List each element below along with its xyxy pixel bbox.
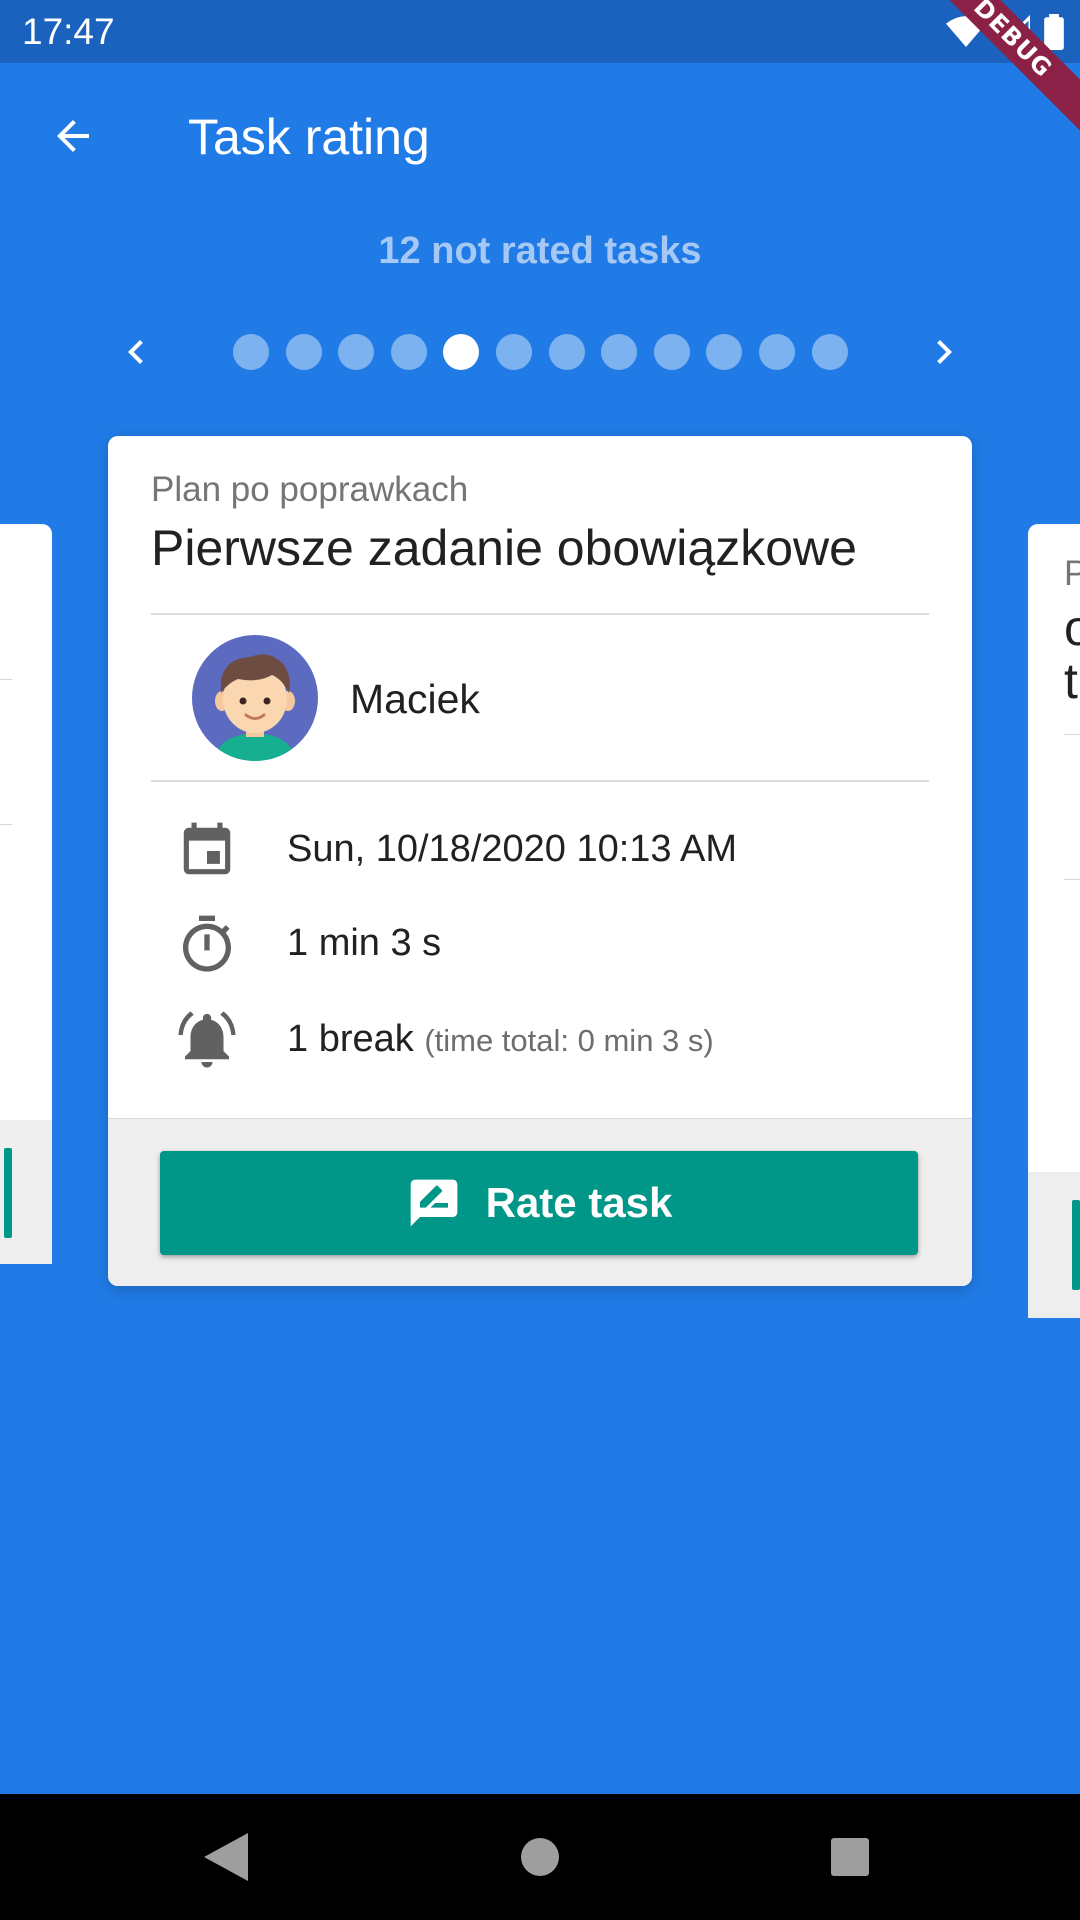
card-divider xyxy=(151,780,929,782)
rate-button-edge xyxy=(4,1148,12,1238)
arrow-back-icon xyxy=(57,120,89,152)
pager-dot[interactable] xyxy=(285,334,322,370)
timer-icon xyxy=(174,912,240,978)
back-button[interactable] xyxy=(42,105,104,167)
task-date: Sun, 10/18/2020 10:13 AM xyxy=(287,828,738,870)
task-pager xyxy=(0,324,1080,380)
pager-dot[interactable] xyxy=(338,334,375,370)
app-bar: Task rating xyxy=(0,63,1080,217)
card-footer xyxy=(1028,1172,1080,1318)
card-divider xyxy=(0,679,12,680)
card-title-preview-line2: t xyxy=(1064,653,1078,709)
pager-dot[interactable] xyxy=(495,334,532,370)
boy-avatar-icon xyxy=(192,635,318,761)
card-title-preview: o xyxy=(1064,600,1080,656)
nav-back-button[interactable] xyxy=(193,1824,259,1890)
rate-review-icon xyxy=(410,1179,457,1227)
status-time: 17:47 xyxy=(22,11,115,52)
pager-dots xyxy=(233,334,848,370)
pager-dot[interactable] xyxy=(653,334,690,370)
chevron-left-icon xyxy=(128,340,143,364)
card-divider xyxy=(1064,879,1080,880)
previous-task-card[interactable] xyxy=(0,524,52,1264)
chevron-right-icon xyxy=(937,340,952,364)
nav-home-button[interactable] xyxy=(507,1824,573,1890)
system-nav-bar xyxy=(0,1794,1080,1920)
card-divider xyxy=(0,824,12,825)
nav-recents-icon xyxy=(831,1838,869,1876)
pager-dot[interactable] xyxy=(758,334,795,370)
breaks-count: 1 break xyxy=(287,1018,414,1060)
task-title: Pierwsze zadanie obowiązkowe xyxy=(151,520,857,576)
pager-dot[interactable] xyxy=(811,334,848,370)
task-card: Plan po poprawkach Pierwsze zadanie obow… xyxy=(108,436,972,1286)
rate-task-button[interactable]: Rate task xyxy=(160,1151,918,1255)
previous-task-button[interactable] xyxy=(112,328,160,376)
alarm-bell-icon xyxy=(174,1007,240,1073)
page-title: Task rating xyxy=(188,109,430,165)
card-footer: Rate task xyxy=(108,1118,972,1286)
pager-dot[interactable] xyxy=(706,334,743,370)
plan-name: Plan po poprawkach xyxy=(151,470,469,509)
pager-dot[interactable] xyxy=(601,334,638,370)
next-task-card[interactable]: P o t xyxy=(1028,524,1080,1318)
nav-recents-button[interactable] xyxy=(817,1824,883,1890)
card-plan-preview: P xyxy=(1064,554,1080,593)
card-divider xyxy=(151,613,929,615)
next-task-button[interactable] xyxy=(920,328,968,376)
nav-back-icon xyxy=(204,1833,248,1881)
nav-home-icon xyxy=(521,1838,559,1876)
rate-button-edge xyxy=(1072,1200,1080,1290)
card-footer xyxy=(0,1120,52,1264)
breaks-total-time: (time total: 0 min 3 s) xyxy=(424,1023,714,1058)
task-duration: 1 min 3 s xyxy=(287,922,442,964)
battery-icon xyxy=(1044,14,1064,50)
pager-dot[interactable] xyxy=(548,334,585,370)
pager-dot-active[interactable] xyxy=(443,334,480,370)
card-divider xyxy=(1064,734,1080,735)
pager-dot[interactable] xyxy=(390,334,427,370)
not-rated-count: 12 not rated tasks xyxy=(378,230,702,272)
calendar-icon xyxy=(174,818,240,884)
rate-task-label: Rate task xyxy=(485,1179,673,1226)
pager-dot[interactable] xyxy=(233,334,269,370)
task-breaks: 1 break (time total: 0 min 3 s) xyxy=(287,1018,714,1061)
user-name: Maciek xyxy=(350,676,480,722)
user-avatar xyxy=(192,635,318,761)
status-bar: 17:47 xyxy=(0,0,1080,63)
